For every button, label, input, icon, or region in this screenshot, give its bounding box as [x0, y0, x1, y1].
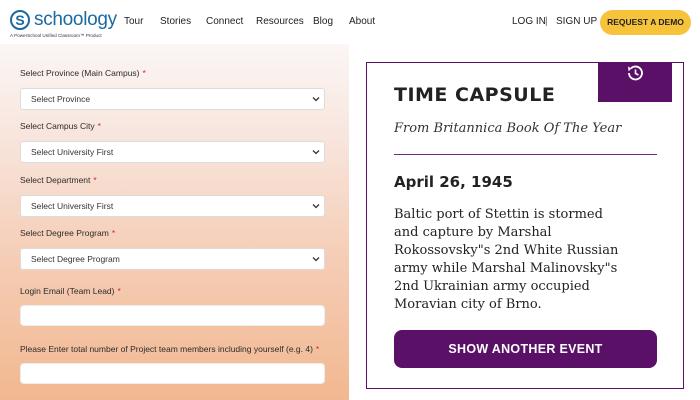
schoology-logo[interactable]: S schoology A PowerSchool Unified Classr… — [8, 6, 117, 40]
nav-divider: | — [545, 16, 548, 27]
campus-city-label: Select Campus City * — [20, 121, 101, 131]
capsule-date: April 26, 1945 — [394, 173, 513, 191]
degree-program-select[interactable]: Select Degree Program — [20, 248, 325, 270]
team-members-field[interactable] — [20, 363, 325, 384]
login-email-label: Login Email (Team Lead) * — [20, 286, 121, 296]
event-line: Moravian city of Brno. — [394, 297, 542, 312]
required-marker: * — [97, 121, 101, 131]
nav-tour[interactable]: Tour — [124, 0, 143, 44]
logo-mark: S — [10, 10, 30, 30]
capsule-event-text: Baltic port of Stettin is stormed and ca… — [394, 206, 659, 314]
logo-text: schoology — [34, 9, 117, 30]
chevron-down-icon — [312, 150, 320, 155]
department-select-value: Select University First — [31, 201, 114, 211]
nav-resources[interactable]: Resources — [256, 0, 304, 44]
required-marker: * — [142, 68, 146, 78]
login-email-field[interactable] — [20, 305, 325, 326]
capsule-title: TIME CAPSULE — [394, 84, 556, 106]
department-label: Select Department * — [20, 175, 97, 185]
event-line: army while Marshal Malinovsky"s — [394, 261, 618, 276]
required-marker: * — [117, 286, 121, 296]
nav-stories[interactable]: Stories — [160, 0, 191, 44]
chevron-down-icon — [312, 204, 320, 209]
degree-program-select-value: Select Degree Program — [31, 254, 120, 264]
degree-program-label: Select Degree Program * — [20, 228, 116, 238]
team-members-label: Please Enter total number of Project tea… — [20, 344, 320, 354]
province-label: Select Province (Main Campus) * — [20, 68, 146, 78]
capsule-subtitle: From Britannica Book Of The Year — [394, 121, 622, 136]
required-marker: * — [111, 228, 116, 238]
event-line: and capture by Marshal — [394, 225, 552, 240]
top-header: S schoology A PowerSchool Unified Classr… — [0, 0, 700, 45]
chevron-down-icon — [312, 257, 320, 262]
required-marker: * — [315, 344, 320, 354]
logo-tagline: A PowerSchool Unified Classroom™ Product — [10, 33, 102, 38]
login-link[interactable]: LOG IN — [512, 0, 546, 44]
nav-connect[interactable]: Connect — [206, 0, 243, 44]
event-line: Rokossovsky"s 2nd White Russian — [394, 243, 619, 258]
capsule-tab-notch — [598, 86, 672, 102]
capsule-divider — [394, 154, 657, 155]
nav-blog[interactable]: Blog — [313, 0, 333, 44]
province-select-value: Select Province — [31, 94, 91, 104]
event-line: 2nd Ukrainian army occupied — [394, 279, 590, 294]
show-another-event-button[interactable]: SHOW ANOTHER EVENT — [394, 330, 657, 368]
campus-city-select[interactable]: Select University First — [20, 141, 325, 163]
signup-link[interactable]: SIGN UP — [556, 0, 597, 44]
nav-about[interactable]: About — [349, 0, 375, 44]
event-line: Baltic port of Stettin is stormed — [394, 207, 603, 222]
campus-city-select-value: Select University First — [31, 147, 114, 157]
province-select[interactable]: Select Province — [20, 88, 325, 110]
history-icon — [628, 65, 643, 81]
department-select[interactable]: Select University First — [20, 195, 325, 217]
request-demo-button[interactable]: REQUEST A DEMO — [600, 10, 691, 35]
chevron-down-icon — [312, 97, 320, 102]
required-marker: * — [93, 175, 97, 185]
